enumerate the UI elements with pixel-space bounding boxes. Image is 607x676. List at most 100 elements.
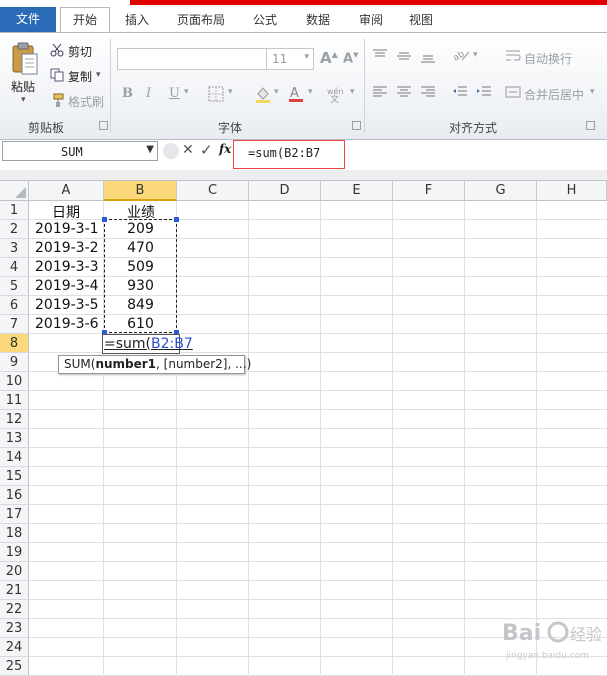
borders-dropdown-icon[interactable]: ▾ <box>228 87 233 97</box>
align-right-icon[interactable] <box>420 84 436 100</box>
fill-dropdown-icon[interactable]: ▾ <box>274 87 279 97</box>
font-color-dropdown-icon[interactable]: ▾ <box>308 87 313 97</box>
function-tooltip[interactable]: SUM(number1, [number2], ...) <box>58 355 251 374</box>
clipboard-launcher-icon[interactable] <box>99 121 108 130</box>
tab-review[interactable]: 审阅 <box>347 8 395 33</box>
row-header-5[interactable]: 5 <box>0 277 29 296</box>
chevron-down-icon[interactable]: ▼ <box>146 144 154 155</box>
column-header-e[interactable]: E <box>321 181 393 201</box>
alignment-launcher-icon[interactable] <box>586 121 595 130</box>
row-header-22[interactable]: 22 <box>0 600 29 619</box>
row-header-18[interactable]: 18 <box>0 524 29 543</box>
wrap-text-button[interactable]: 自动换行 <box>524 50 572 67</box>
cell-a6[interactable]: 2019-3-5 <box>35 297 99 313</box>
merge-dropdown-icon[interactable]: ▾ <box>590 87 595 97</box>
cell-a3[interactable]: 2019-3-2 <box>35 240 99 256</box>
phonetic-icon[interactable]: wén 文 <box>327 85 345 103</box>
format-painter-button[interactable]: 格式刷 <box>68 93 104 110</box>
cell-a7[interactable]: 2019-3-6 <box>35 316 99 332</box>
font-launcher-icon[interactable] <box>352 121 361 130</box>
format-painter-icon[interactable] <box>50 93 64 107</box>
tab-formulas[interactable]: 公式 <box>241 8 289 33</box>
select-all-corner[interactable] <box>0 181 29 201</box>
fill-color-icon[interactable] <box>254 85 272 103</box>
scissors-icon[interactable] <box>50 43 64 57</box>
italic-button[interactable]: I <box>146 86 151 101</box>
font-name-combo[interactable] <box>117 48 267 70</box>
column-header-b[interactable]: B <box>104 181 177 201</box>
enter-icon[interactable]: ✓ <box>200 141 213 159</box>
cell-a2[interactable]: 2019-3-1 <box>35 221 99 237</box>
column-header-d[interactable]: D <box>249 181 321 201</box>
merge-center-icon[interactable] <box>505 84 521 100</box>
row-header-3[interactable]: 3 <box>0 239 29 258</box>
formula-input[interactable]: =sum(B2:B7 <box>248 146 320 160</box>
row-header-2[interactable]: 2 <box>0 220 29 239</box>
paste-button[interactable]: 粘贴 <box>11 78 35 95</box>
row-header-4[interactable]: 4 <box>0 258 29 277</box>
align-center-icon[interactable] <box>396 84 412 100</box>
column-header-f[interactable]: F <box>393 181 465 201</box>
collapse-handle-icon[interactable] <box>163 143 179 159</box>
row-header-12[interactable]: 12 <box>0 410 29 429</box>
copy-icon[interactable] <box>50 68 64 82</box>
row-header-20[interactable]: 20 <box>0 562 29 581</box>
cell-a1[interactable]: 日期 <box>52 202 80 222</box>
row-header-21[interactable]: 21 <box>0 581 29 600</box>
row-header-16[interactable]: 16 <box>0 486 29 505</box>
tab-insert[interactable]: 插入 <box>113 8 161 33</box>
row-header-14[interactable]: 14 <box>0 448 29 467</box>
row-header-7[interactable]: 7 <box>0 315 29 334</box>
copy-dropdown-icon[interactable]: ▾ <box>96 70 101 80</box>
row-header-15[interactable]: 15 <box>0 467 29 486</box>
paste-dropdown-icon[interactable]: ▾ <box>21 95 26 105</box>
row-header-25[interactable]: 25 <box>0 657 29 676</box>
font-size-combo[interactable]: 11 ▾ <box>266 48 314 70</box>
align-bottom-icon[interactable] <box>420 48 436 64</box>
row-header-1[interactable]: 1 <box>0 201 29 220</box>
resize-handle-icon[interactable] <box>102 217 107 222</box>
row-header-10[interactable]: 10 <box>0 372 29 391</box>
insert-function-icon[interactable]: fx <box>219 142 231 156</box>
grow-font-icon[interactable]: A▲ <box>320 49 338 67</box>
tab-page-layout[interactable]: 页面布局 <box>166 8 236 33</box>
row-header-24[interactable]: 24 <box>0 638 29 657</box>
copy-button[interactable]: 复制 <box>68 68 92 85</box>
wrap-text-icon[interactable] <box>505 48 521 64</box>
column-header-c[interactable]: C <box>177 181 249 201</box>
name-box[interactable]: SUM ▼ <box>2 141 158 161</box>
paste-icon[interactable] <box>10 41 40 77</box>
column-header-g[interactable]: G <box>465 181 537 201</box>
font-color-icon[interactable]: A <box>288 85 304 103</box>
decrease-indent-icon[interactable] <box>452 84 468 100</box>
underline-button[interactable]: U <box>169 86 180 101</box>
cell-b8-editing[interactable]: =sum(B2:B7 <box>102 334 193 354</box>
tooltip-arg-current[interactable]: number1 <box>95 357 156 371</box>
merge-center-button[interactable]: 合并后居中 <box>524 86 584 103</box>
row-header-17[interactable]: 17 <box>0 505 29 524</box>
cut-button[interactable]: 剪切 <box>68 43 92 60</box>
orientation-dropdown-icon[interactable]: ▾ <box>473 50 478 60</box>
cell-a5[interactable]: 2019-3-4 <box>35 278 99 294</box>
borders-icon[interactable] <box>208 86 224 102</box>
align-left-icon[interactable] <box>372 84 388 100</box>
row-header-13[interactable]: 13 <box>0 429 29 448</box>
orientation-icon[interactable]: ab <box>452 48 470 64</box>
row-header-8[interactable]: 8 <box>0 334 29 353</box>
cell-a4[interactable]: 2019-3-3 <box>35 259 99 275</box>
row-header-11[interactable]: 11 <box>0 391 29 410</box>
align-middle-icon[interactable] <box>396 48 412 64</box>
row-header-6[interactable]: 6 <box>0 296 29 315</box>
shrink-font-icon[interactable]: A▼ <box>343 51 358 66</box>
cancel-icon[interactable]: ✕ <box>182 142 194 158</box>
underline-dropdown-icon[interactable]: ▾ <box>184 87 189 97</box>
tab-view[interactable]: 视图 <box>398 8 444 33</box>
tab-home[interactable]: 开始 <box>60 7 110 33</box>
row-header-19[interactable]: 19 <box>0 543 29 562</box>
row-header-9[interactable]: 9 <box>0 353 29 372</box>
tab-file[interactable]: 文件 <box>0 7 56 33</box>
column-header-a[interactable]: A <box>29 181 104 201</box>
resize-handle-icon[interactable] <box>174 217 179 222</box>
bold-button[interactable]: B <box>122 86 133 101</box>
column-header-h[interactable]: H <box>537 181 607 201</box>
